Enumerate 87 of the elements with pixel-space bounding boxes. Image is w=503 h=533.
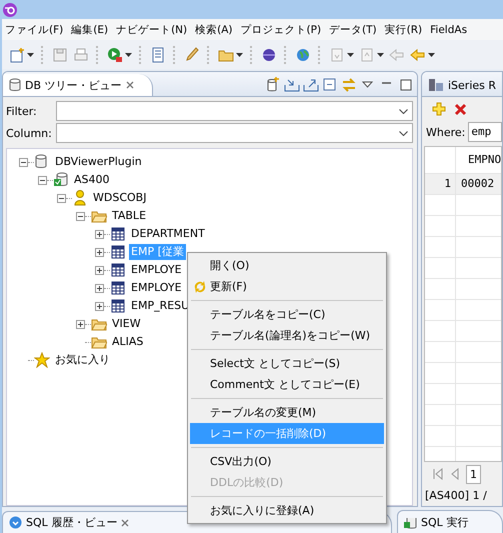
tree-item[interactable]: お気に入り <box>53 352 112 368</box>
menu-item[interactable]: お気に入りに登録(A) <box>190 500 384 521</box>
close-icon[interactable] <box>126 81 134 89</box>
dropdown-icon <box>428 52 435 56</box>
expander-icon[interactable] <box>95 248 104 256</box>
tree-item[interactable]: ALIAS <box>110 334 146 350</box>
column-header[interactable]: EMPNO <box>456 147 501 173</box>
dropdown-icon <box>399 108 408 114</box>
menu-item[interactable]: 開く(O) <box>190 255 384 276</box>
back-arrow-icon <box>410 46 426 62</box>
print-icon <box>73 46 89 62</box>
tree-item[interactable]: EMP_RESU <box>129 298 192 314</box>
filter-field[interactable] <box>56 101 413 121</box>
menu-item[interactable]: 検索(A) <box>195 22 233 36</box>
delete-icon[interactable] <box>454 102 467 116</box>
menu-item[interactable]: 編集(E) <box>71 22 108 36</box>
filter-label: Filter: <box>6 104 38 118</box>
column-field[interactable] <box>56 123 413 143</box>
expander-icon[interactable] <box>19 158 28 166</box>
row-number: 1 <box>425 174 456 194</box>
document-icon <box>150 46 166 62</box>
menu-item[interactable]: テーブル名の変更(M) <box>190 402 384 423</box>
tree-item[interactable]: EMPLOYE <box>129 280 184 296</box>
expander-icon[interactable] <box>95 302 104 310</box>
expander-icon[interactable] <box>38 176 47 184</box>
history-icon <box>9 516 22 529</box>
tree-item[interactable]: VIEW <box>110 316 143 332</box>
menu-item[interactable]: テーブル名(論理名)をコピー(W) <box>190 325 384 346</box>
menu-item[interactable]: FieldAs <box>430 24 468 36</box>
back-arrow-icon <box>389 46 405 62</box>
run-icon <box>107 46 123 62</box>
expander-icon[interactable] <box>95 230 104 238</box>
page-field[interactable]: 1 <box>466 464 481 484</box>
menu-item[interactable]: テーブル名をコピー(C) <box>190 304 384 325</box>
menu-item[interactable]: データ(T) <box>329 22 377 36</box>
menu-item[interactable]: 更新(F) <box>190 276 384 297</box>
expander-icon[interactable] <box>76 212 85 220</box>
toolbar-button[interactable] <box>106 46 133 64</box>
expander-icon[interactable] <box>76 320 85 328</box>
tree-item[interactable]: DEPARTMENT <box>129 226 207 242</box>
close-icon[interactable] <box>121 518 130 526</box>
table-cell-text: 00002 <box>460 176 494 192</box>
menu-item[interactable]: 実行(R) <box>384 22 422 36</box>
database-icon <box>53 172 69 188</box>
next-annotation-icon <box>329 46 345 62</box>
export-icon[interactable] <box>303 77 319 93</box>
tree-item[interactable]: AS400 <box>72 172 112 188</box>
collapse-all-icon[interactable] <box>322 77 338 93</box>
where-label: Where: <box>426 126 466 138</box>
dropdown-icon <box>399 130 408 136</box>
view-tab[interactable]: DB ツリー・ビュー <box>3 74 153 96</box>
globe-icon <box>261 46 277 62</box>
expander-icon[interactable] <box>95 284 104 292</box>
database-icon <box>9 78 21 92</box>
menu-item[interactable]: CSV出力(O) <box>190 451 384 472</box>
menu-item[interactable]: ナビゲート(N) <box>116 22 188 36</box>
star-icon <box>34 352 50 368</box>
save-icon <box>52 46 68 62</box>
tree-item[interactable]: WDSCOBJ <box>91 190 148 206</box>
new-connection-icon[interactable] <box>265 77 281 93</box>
import-icon[interactable] <box>284 77 300 93</box>
tree-item[interactable]: EMPLOYE <box>129 262 184 278</box>
status-text: [AS400] 1 / <box>424 488 488 504</box>
maximize-icon[interactable] <box>398 77 414 93</box>
user-icon <box>72 190 88 206</box>
dropdown-icon <box>347 52 354 56</box>
app-icon <box>3 2 17 16</box>
where-field[interactable]: emp <box>468 122 502 142</box>
expander-icon[interactable] <box>95 266 104 274</box>
dropdown-icon <box>125 52 132 56</box>
menu-item[interactable]: Select文 としてコピー(S) <box>190 353 384 374</box>
dropdown-icon <box>27 52 34 56</box>
menu-item[interactable]: プロジェクト(P) <box>240 22 322 36</box>
toolbar-button[interactable] <box>8 46 35 64</box>
new-icon <box>9 46 25 62</box>
dropdown-icon <box>377 52 384 56</box>
expander-icon[interactable] <box>57 194 66 202</box>
menu-item[interactable]: Comment文 としてコピー(E) <box>190 374 384 395</box>
tree-item[interactable]: TABLE <box>110 208 148 224</box>
menu-item[interactable]: ファイル(F) <box>5 22 64 36</box>
previous-annotation-icon <box>359 46 375 62</box>
earth-icon <box>295 46 311 62</box>
view-tab[interactable]: SQL 実行 <box>397 510 503 533</box>
database-icon <box>404 516 417 528</box>
tree-item[interactable]: DBViewerPlugin <box>53 154 144 170</box>
dropdown-icon <box>236 52 243 56</box>
column-label: Column: <box>6 126 53 140</box>
